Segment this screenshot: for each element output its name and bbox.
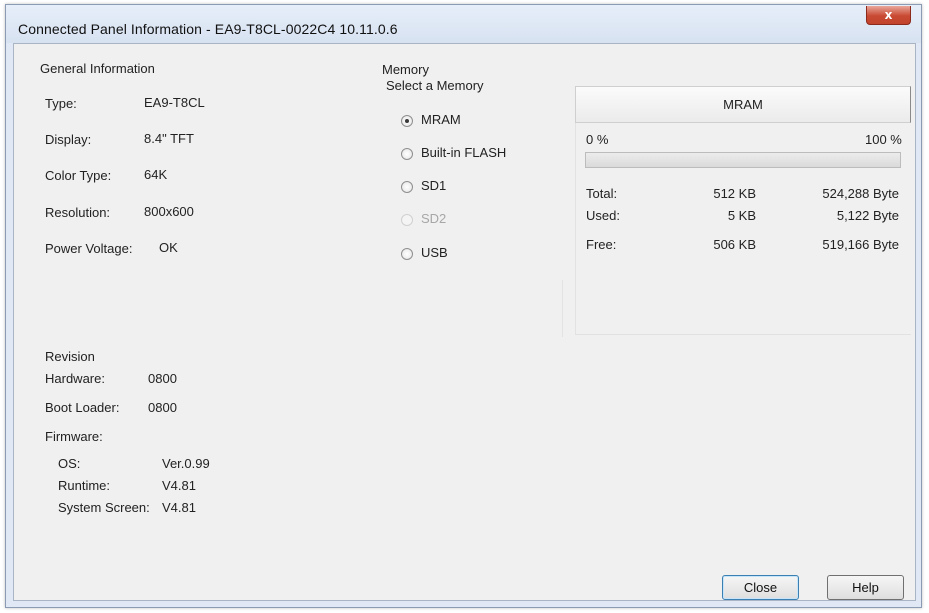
free-kb-value: 506 KB: [713, 237, 756, 252]
used-label: Used:: [586, 208, 620, 223]
sd2-radio: [401, 214, 413, 226]
os-label: OS:: [58, 456, 81, 471]
runtime-value: V4.81: [162, 478, 196, 493]
total-bytes-value: 524,288 Byte: [822, 186, 899, 201]
usb-radio[interactable]: [401, 248, 413, 260]
free-label: Free:: [586, 237, 617, 252]
os-value: Ver.0.99: [162, 456, 210, 471]
display-value: 8.4" TFT: [144, 131, 194, 146]
window-title: Connected Panel Information - EA9-T8CL-0…: [18, 21, 398, 37]
firmware-label: Firmware:: [45, 429, 103, 444]
close-button[interactable]: Close: [722, 575, 799, 600]
mram-radio[interactable]: [401, 115, 413, 127]
selected-memory-header: MRAM: [575, 86, 911, 123]
runtime-label: Runtime:: [58, 478, 111, 493]
hardware-label: Hardware:: [45, 371, 105, 386]
progress-min-label: 0 %: [586, 132, 609, 147]
progress-max-label: 100 %: [865, 132, 902, 147]
sd1-radio[interactable]: [401, 181, 413, 193]
usb-radio-label[interactable]: USB: [421, 245, 448, 260]
color-type-label: Color Type:: [45, 168, 112, 183]
power-voltage-label: Power Voltage:: [45, 241, 133, 256]
mram-radio-label[interactable]: MRAM: [421, 112, 461, 127]
help-button[interactable]: Help: [827, 575, 904, 600]
window-close-icon[interactable]: x: [866, 6, 911, 25]
system-screen-label: System Screen:: [58, 500, 150, 515]
resolution-label: Resolution:: [45, 205, 111, 220]
general-info-heading: General Information: [40, 61, 155, 76]
system-screen-value: V4.81: [162, 500, 196, 515]
select-memory-label: Select a Memory: [386, 78, 484, 93]
dialog-client-area: General Information Type: EA9-T8CL Displ…: [13, 43, 916, 601]
hardware-value: 0800: [148, 371, 177, 386]
revision-heading: Revision: [45, 349, 95, 364]
color-type-value: 64K: [144, 167, 168, 182]
builtin-flash-radio-label[interactable]: Built-in FLASH: [421, 145, 506, 160]
dialog-window: Connected Panel Information - EA9-T8CL-0…: [5, 4, 922, 608]
total-label: Total:: [586, 186, 618, 201]
type-label: Type:: [45, 96, 77, 111]
resolution-value: 800x600: [144, 204, 194, 219]
used-bytes-value: 5,122 Byte: [836, 208, 899, 223]
sd1-radio-label[interactable]: SD1: [421, 178, 446, 193]
memory-usage-progress-bar: [585, 152, 901, 168]
total-kb-value: 512 KB: [713, 186, 756, 201]
memory-heading: Memory: [382, 62, 429, 77]
type-value: EA9-T8CL: [144, 95, 205, 110]
display-label: Display:: [45, 132, 92, 147]
power-voltage-value: OK: [159, 240, 178, 255]
boot-loader-label: Boot Loader:: [45, 400, 120, 415]
free-bytes-value: 519,166 Byte: [822, 237, 899, 252]
title-bar[interactable]: Connected Panel Information - EA9-T8CL-0…: [6, 5, 921, 43]
builtin-flash-radio[interactable]: [401, 148, 413, 160]
used-kb-value: 5 KB: [727, 208, 756, 223]
sd2-radio-label: SD2: [421, 211, 447, 226]
memory-divider: [562, 280, 563, 337]
boot-loader-value: 0800: [148, 400, 177, 415]
